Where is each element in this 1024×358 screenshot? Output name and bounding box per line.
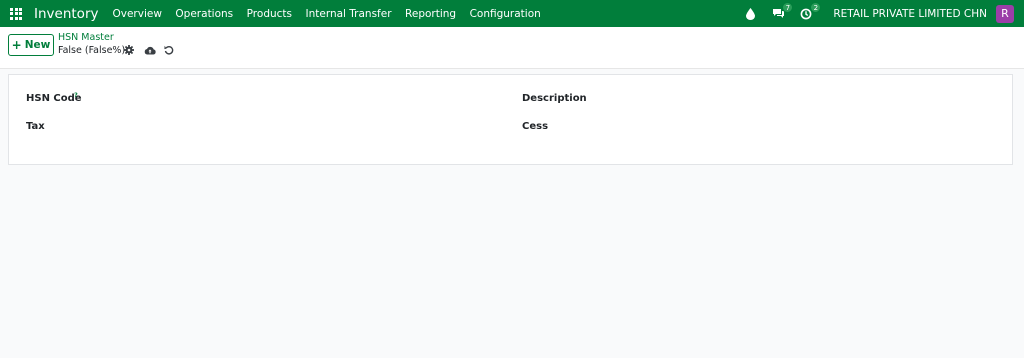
control-panel: + New HSN Master False (False%) [0, 27, 1024, 69]
gear-icon[interactable] [123, 44, 135, 56]
menu-item-overview[interactable]: Overview [112, 8, 161, 20]
drop-icon[interactable] [739, 0, 761, 27]
messages-count-badge: 7 [782, 2, 794, 13]
apps-menu-icon[interactable] [2, 0, 30, 27]
plus-icon: + [11, 38, 22, 52]
messages-icon[interactable]: 7 [767, 0, 794, 27]
form-sheet: HSN Code ? Description Tax Cess [8, 74, 1013, 165]
discard-undo-icon[interactable] [163, 44, 175, 56]
activities-clock-icon[interactable]: 2 [795, 0, 822, 27]
breadcrumb-hsn-master[interactable]: HSN Master [58, 32, 114, 43]
cess-label: Cess [522, 121, 549, 132]
activities-count-badge: 2 [810, 2, 822, 13]
new-button[interactable]: + New [8, 34, 54, 56]
tax-label: Tax [26, 121, 45, 132]
menu-item-configuration[interactable]: Configuration [470, 8, 541, 20]
menu-item-reporting[interactable]: Reporting [405, 8, 456, 20]
menu-item-operations[interactable]: Operations [175, 8, 233, 20]
form-view: HSN Code ? Description Tax Cess [0, 69, 1024, 358]
record-title: False (False%) [58, 45, 126, 56]
new-button-label: New [24, 39, 51, 51]
hsn-code-help-tooltip[interactable]: ? [74, 91, 78, 99]
user-avatar[interactable]: R [996, 4, 1014, 23]
navbar-systray: 7 2 RETAIL PRIVATE LIMITED CHN R [733, 0, 1024, 27]
main-menu: Overview Operations Products Internal Tr… [112, 8, 554, 20]
company-switcher[interactable]: RETAIL PRIVATE LIMITED CHN [833, 8, 987, 20]
top-navbar: Inventory Overview Operations Products I… [0, 0, 1024, 27]
menu-item-products[interactable]: Products [247, 8, 292, 20]
cloud-upload-icon[interactable] [144, 44, 156, 56]
menu-item-internal-transfer[interactable]: Internal Transfer [306, 8, 392, 20]
description-label: Description [522, 93, 587, 104]
app-name[interactable]: Inventory [34, 6, 98, 22]
